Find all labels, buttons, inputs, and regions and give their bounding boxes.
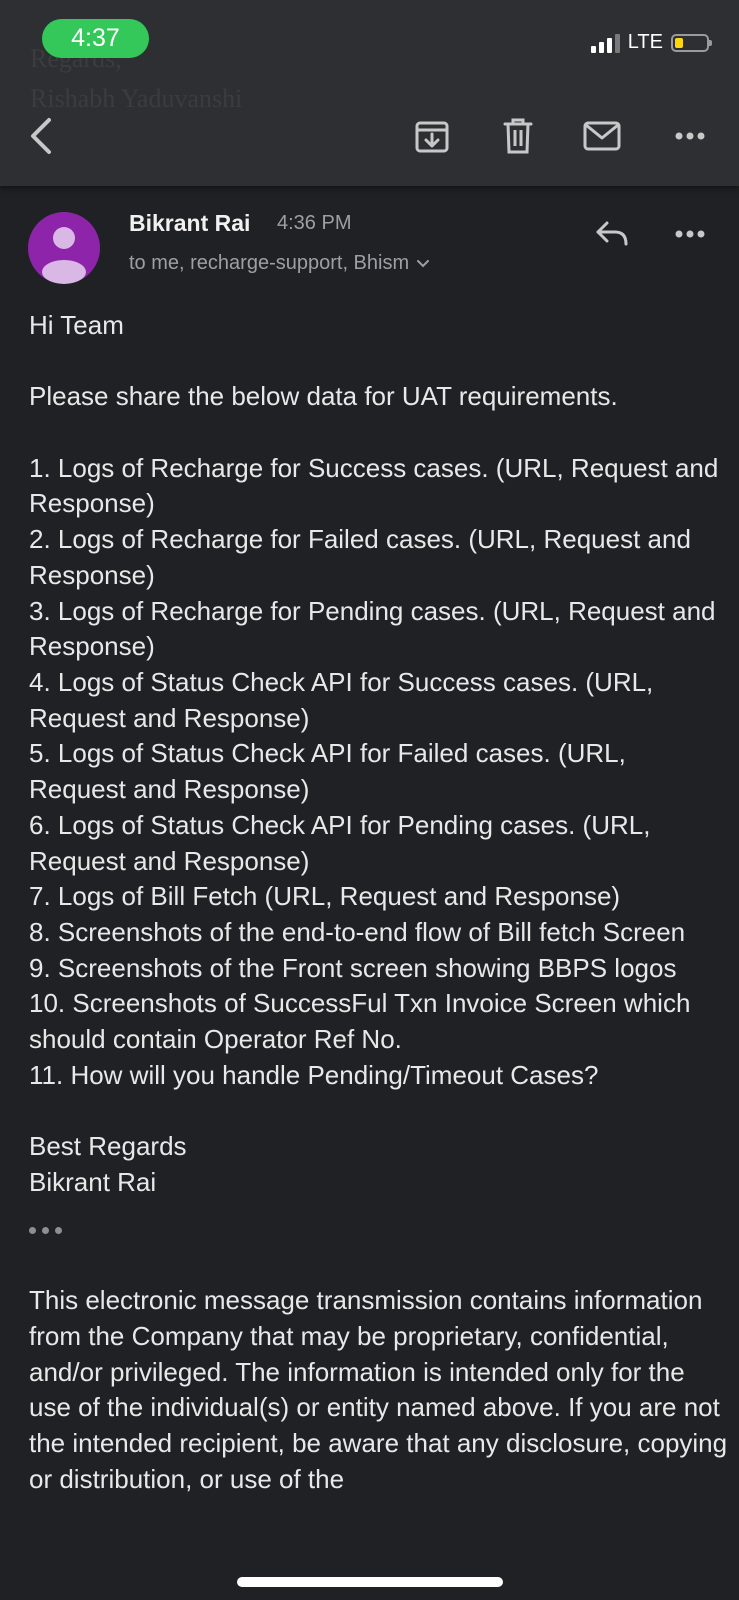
trash-icon	[503, 118, 533, 154]
list-item: 5. Logs of Status Check API for Failed c…	[29, 738, 626, 805]
signoff: Best Regards	[29, 1131, 187, 1162]
disclaimer-text: This electronic message transmission con…	[29, 1285, 728, 1494]
sent-time: 4:36 PM	[277, 212, 352, 234]
more-options-button[interactable]	[666, 112, 714, 160]
battery-icon	[671, 33, 712, 52]
top-app-bar: Regards, Rishabh Yaduvanshi 4:37 LTE	[0, 0, 739, 186]
list-item: 1. Logs of Recharge for Success cases. (…	[29, 452, 719, 519]
greeting: Hi Team	[29, 310, 124, 340]
list-item: 8. Screenshots of the end-to-end flow of…	[29, 916, 686, 947]
list-item: 7. Logs of Bill Fetch (URL, Request and …	[29, 881, 621, 912]
avatar[interactable]	[28, 212, 100, 284]
show-trimmed-content-button[interactable]	[29, 1213, 729, 1248]
chevron-left-icon	[31, 118, 51, 154]
list-item: 4. Logs of Status Check API for Success …	[29, 667, 654, 733]
archive-icon	[415, 121, 449, 153]
reply-button[interactable]	[588, 210, 636, 258]
recipients-toggle[interactable]: to me, recharge-support, Bhism	[129, 252, 430, 275]
status-time: 4:37	[42, 19, 149, 58]
status-indicators: LTE	[590, 31, 712, 54]
home-indicator	[237, 1577, 503, 1587]
list-item: 6. Logs of Status Check API for Pending …	[29, 809, 651, 876]
sender-name[interactable]: Bikrant Rai	[129, 210, 250, 237]
recipients-text: to me, recharge-support, Bhism	[129, 252, 410, 274]
mail-icon	[583, 121, 621, 151]
message-body: Hi Team Please share the below data for …	[29, 308, 729, 1497]
person-icon	[42, 227, 86, 284]
message-toolbar	[0, 108, 739, 164]
list-item: 11. How will you handle Pending/Timeout …	[29, 1059, 599, 1090]
network-label: LTE	[627, 31, 663, 53]
message-more-button[interactable]	[666, 210, 714, 258]
list-item: 10. Screenshots of SuccessFul Txn Invoic…	[29, 988, 691, 1055]
archive-button[interactable]	[408, 112, 456, 160]
signal-icon	[590, 33, 620, 53]
list-item: 2. Logs of Recharge for Failed cases. (U…	[29, 524, 691, 590]
list-item: 3. Logs of Recharge for Pending cases. (…	[29, 595, 716, 662]
delete-button[interactable]	[494, 112, 542, 160]
chevron-down-icon	[417, 259, 430, 267]
back-button[interactable]	[18, 112, 66, 160]
intro-text: Please share the below data for UAT requ…	[29, 381, 618, 412]
mark-unread-button[interactable]	[578, 112, 626, 160]
list-item: 9. Screenshots of the Front screen showi…	[29, 952, 677, 983]
signature: Bikrant Rai	[29, 1166, 157, 1197]
more-horizontal-icon	[675, 132, 705, 140]
reply-icon	[596, 221, 628, 246]
more-horizontal-icon	[675, 230, 705, 238]
message-header: Bikrant Rai 4:36 PM to me, recharge-supp…	[0, 200, 739, 290]
